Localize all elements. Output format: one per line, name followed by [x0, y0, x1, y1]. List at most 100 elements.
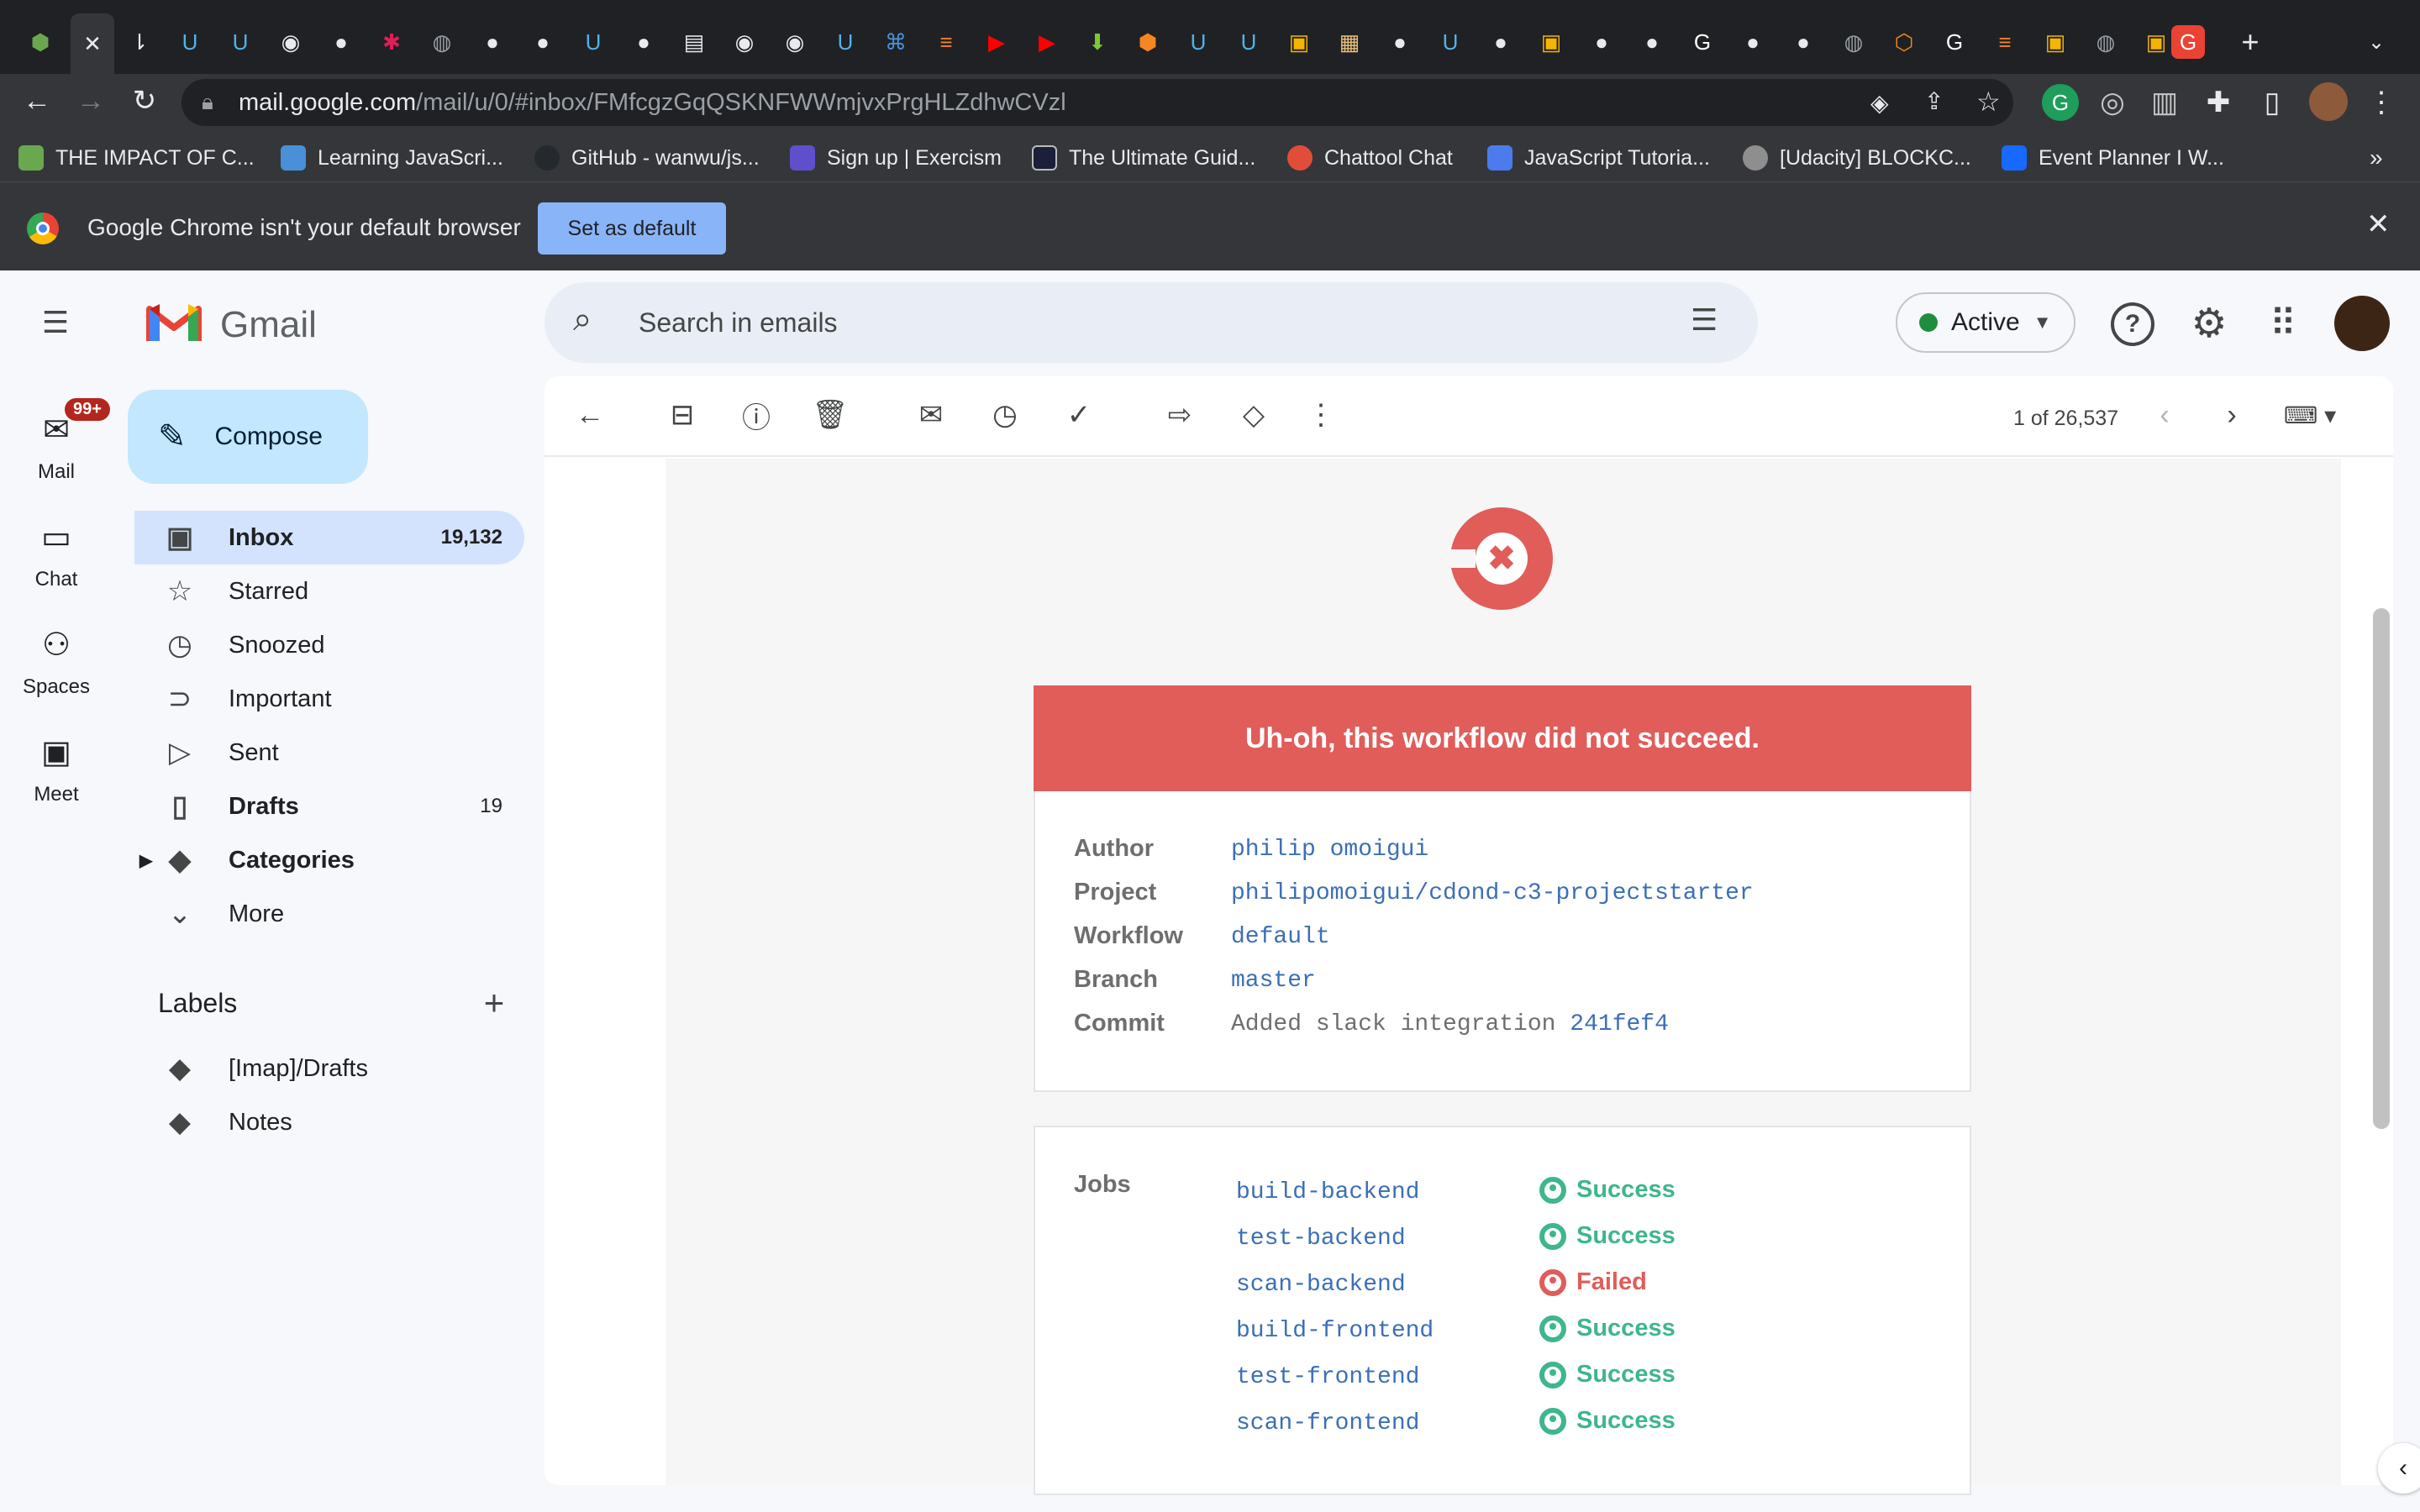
tab-icon-udacity[interactable]: U: [1180, 24, 1217, 60]
tab-icon-grammarly[interactable]: G: [2171, 25, 2205, 59]
share-icon[interactable]: ⇪: [1924, 87, 1944, 115]
bookmark-item[interactable]: JavaScript Tutoria...: [1487, 141, 1710, 175]
tab-icon-github[interactable]: ●: [1634, 24, 1670, 60]
compose-button[interactable]: ✎ Compose: [128, 390, 368, 484]
tab-icon-stackoverflow[interactable]: ≡: [928, 24, 965, 60]
tab-icon-stackoverflow[interactable]: ≡: [1986, 24, 2023, 60]
google-apps-grid-icon[interactable]: ⠿: [2259, 299, 2307, 348]
new-tab-icon[interactable]: +: [2232, 24, 2269, 60]
tab-icon-google[interactable]: G: [1936, 24, 1973, 60]
status-active-dropdown[interactable]: Active ▼: [1896, 292, 2075, 353]
tab-icon-image[interactable]: ▦: [1331, 24, 1368, 60]
tab-icon-youtube[interactable]: ▶: [978, 24, 1015, 60]
job-name-link[interactable]: test-backend: [1236, 1226, 1406, 1252]
tab-icon-udacity[interactable]: U: [222, 24, 259, 60]
search-input[interactable]: Search in emails: [639, 307, 838, 339]
tab-icon-github[interactable]: ●: [1734, 24, 1771, 60]
input-tools-keyboard-icon[interactable]: ⌨ ▾: [2272, 395, 2348, 435]
tab-icon-google[interactable]: G: [1684, 24, 1721, 60]
more-options-kebab-icon[interactable]: ⋮: [1301, 395, 1341, 435]
nav-item-categories[interactable]: ▶ ◆ Categories: [134, 833, 524, 887]
bookmark-item[interactable]: THE IMPACT OF C...: [18, 141, 255, 175]
extension-spy-icon[interactable]: ◎: [2094, 84, 2131, 121]
older-chevron-right-icon[interactable]: ›: [2212, 395, 2252, 435]
tab-icon-globe[interactable]: ◍: [2087, 24, 2124, 60]
bookmark-item[interactable]: [Udacity] BLOCKC...: [1743, 141, 1971, 175]
nav-item-more[interactable]: ⌄ More: [134, 887, 524, 941]
label-item[interactable]: ◆ [Imap]/Drafts: [134, 1042, 524, 1095]
tab-icon-udacity[interactable]: U: [1432, 24, 1469, 60]
meta-value-author[interactable]: philip omoigui: [1231, 837, 1428, 863]
job-name-link[interactable]: scan-frontend: [1236, 1410, 1419, 1436]
tab-icon-globe[interactable]: ◍: [424, 24, 460, 60]
bookmark-item[interactable]: Sign up | Exercism: [790, 141, 1002, 175]
back-arrow-icon[interactable]: ←: [17, 84, 57, 118]
extensions-puzzle-icon[interactable]: ✚: [2200, 84, 2237, 121]
move-to-folder-icon[interactable]: ⇨: [1160, 395, 1200, 435]
nav-item-sent[interactable]: ▷ Sent: [134, 726, 524, 780]
tab-icon-package[interactable]: ▣: [2037, 24, 2074, 60]
account-avatar[interactable]: [2334, 296, 2390, 351]
address-bar[interactable]: 🔒︎ mail.google.com/mail/u/0/#inbox/FMfcg…: [182, 79, 2013, 126]
expand-arrow-icon[interactable]: ▶: [139, 850, 152, 871]
bookmark-item[interactable]: Event Planner I W...: [2002, 141, 2224, 175]
rail-item-spaces[interactable]: ⚇ Spaces: [0, 620, 113, 699]
tab-icon-udacity[interactable]: U: [575, 24, 612, 60]
reload-icon[interactable]: ↻: [124, 84, 165, 118]
meta-value-branch[interactable]: master: [1231, 968, 1316, 994]
label-icon[interactable]: ◇: [1234, 395, 1274, 435]
job-name-link[interactable]: scan-backend: [1236, 1272, 1406, 1298]
snooze-clock-icon[interactable]: ◷: [985, 395, 1025, 435]
commit-hash-link[interactable]: 241fef4: [1570, 1011, 1669, 1037]
tab-icon-book[interactable]: ▤: [676, 24, 713, 60]
rail-item-meet[interactable]: ▣ Meet: [0, 727, 113, 806]
label-item[interactable]: ◆ Notes: [134, 1095, 524, 1149]
tab-icon-box[interactable]: ⬢: [22, 24, 59, 60]
tab-icon-github[interactable]: ●: [1381, 24, 1418, 60]
tab-icon-udacity[interactable]: U: [827, 24, 864, 60]
mark-unread-envelope-icon[interactable]: ✉: [911, 395, 951, 435]
report-spam-icon[interactable]: ⓘ: [736, 395, 776, 435]
job-name-link[interactable]: build-frontend: [1236, 1318, 1434, 1344]
gmail-logo-icon[interactable]: [146, 301, 202, 343]
tab-icon-package[interactable]: ▣: [1533, 24, 1570, 60]
back-to-inbox-arrow-icon[interactable]: ←: [570, 395, 610, 435]
tab-icon-youtube[interactable]: ▶: [1028, 24, 1065, 60]
tab-icon-github[interactable]: ●: [1583, 24, 1620, 60]
rail-item-chat[interactable]: ▭ Chat: [0, 512, 113, 591]
add-label-plus-icon[interactable]: +: [474, 983, 514, 1023]
tab-icon-circleci[interactable]: ◉: [272, 24, 309, 60]
active-tab-close-icon[interactable]: ✕: [71, 13, 114, 74]
bookmarks-overflow-icon[interactable]: »: [2370, 141, 2383, 175]
tab-icon-udacity[interactable]: U: [171, 24, 208, 60]
tab-icon-github[interactable]: ●: [524, 24, 561, 60]
meta-value-project[interactable]: philipomoigui/cdond-c3-projectstarter: [1231, 880, 1754, 906]
extension-docs-icon[interactable]: ▥: [2146, 84, 2183, 121]
tab-search-chevron-icon[interactable]: ⌄: [2358, 24, 2395, 60]
settings-gear-icon[interactable]: ⚙: [2185, 299, 2233, 348]
nav-item-drafts[interactable]: ▯ Drafts 19: [134, 780, 524, 833]
message-scrollbar[interactable]: [2373, 608, 2390, 1129]
search-bar[interactable]: ⌕ Search in emails ☰: [544, 282, 1758, 363]
bookmark-item[interactable]: GitHub - wanwu/js...: [534, 141, 760, 175]
side-panel-toggle-chevron-icon[interactable]: ‹: [2378, 1443, 2420, 1494]
search-options-tune-icon[interactable]: ☰: [1691, 302, 1718, 338]
bookmark-item[interactable]: The Ultimate Guid...: [1032, 141, 1255, 175]
bookmark-star-icon[interactable]: ☆: [1976, 86, 2001, 118]
search-icon[interactable]: ⌕: [573, 301, 592, 339]
nav-item-important[interactable]: ⊃ Important: [134, 672, 524, 726]
grammarly-extension-icon[interactable]: G: [2042, 84, 2079, 121]
tab-icon-package[interactable]: ▣: [1281, 24, 1318, 60]
tab-icon-udacity[interactable]: ⇂: [121, 24, 158, 60]
tab-icon-github[interactable]: ●: [323, 24, 360, 60]
tab-icon-udacity[interactable]: U: [1230, 24, 1267, 60]
tab-icon-box[interactable]: ⬢: [1129, 24, 1166, 60]
newer-chevron-left-icon[interactable]: ‹: [2144, 395, 2185, 435]
nav-item-starred[interactable]: ☆ Starred: [134, 564, 524, 618]
job-name-link[interactable]: build-backend: [1236, 1179, 1419, 1205]
forward-arrow-icon[interactable]: →: [71, 84, 111, 118]
tab-icon-github[interactable]: ●: [625, 24, 662, 60]
tab-icon-package[interactable]: ▣: [2138, 24, 2175, 60]
tab-icon-circleci[interactable]: ◉: [776, 24, 813, 60]
infobar-close-icon[interactable]: ✕: [2366, 207, 2391, 241]
